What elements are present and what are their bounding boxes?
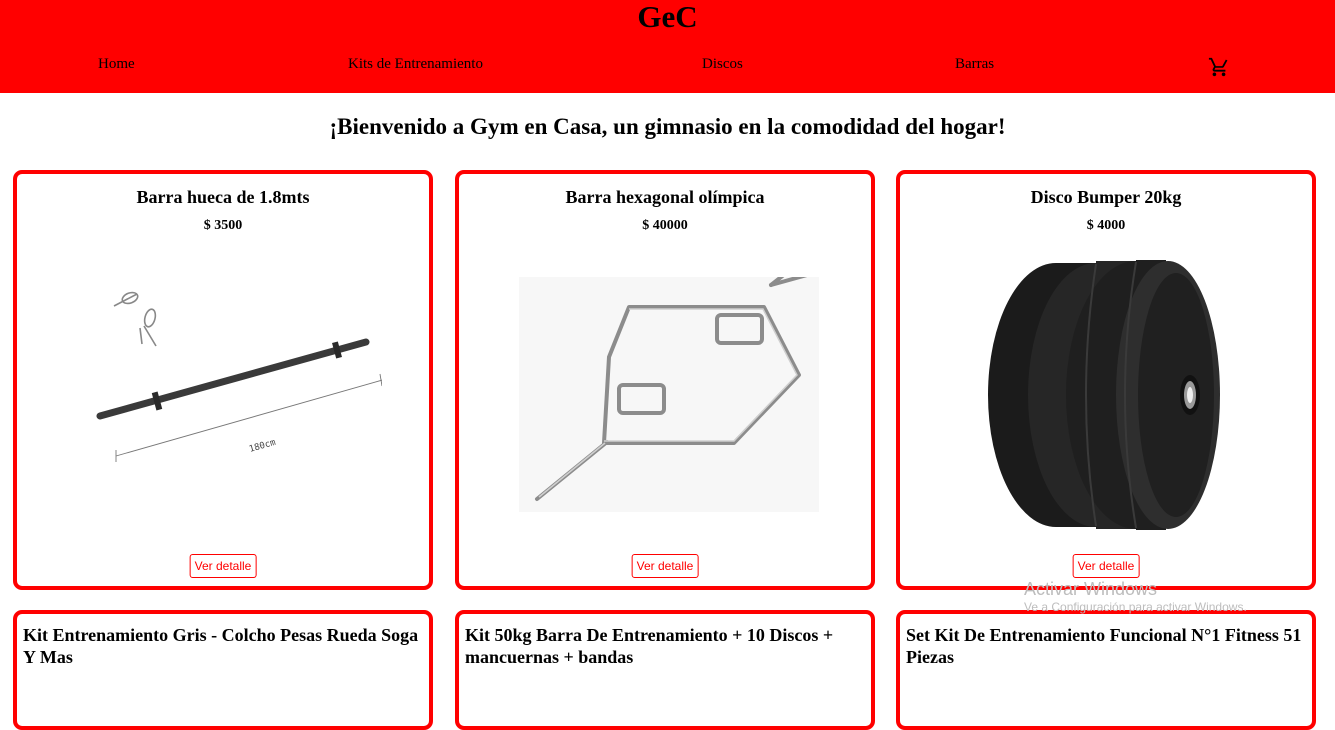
windows-activation-watermark: Activar Windows Ve a Configuración para …	[1024, 578, 1247, 614]
watermark-subtitle: Ve a Configuración para activar Windows.	[1024, 600, 1247, 614]
product-price: $ 3500	[203, 218, 243, 233]
product-price: $ 4000	[1086, 218, 1126, 233]
nav-kits[interactable]: Kits de Entrenamiento	[348, 55, 483, 73]
product-title: Disco Bumper 20kg	[1030, 187, 1182, 207]
brand-logo-text[interactable]: GeC	[0, 0, 1335, 34]
hex-bar-image	[519, 277, 819, 512]
product-card: Disco Bumper 20kg $ 4000 Ver detalle	[896, 170, 1316, 590]
bumper-plates-image	[988, 260, 1220, 530]
product-card: Barra hexagonal olímpica $ 40000 Ver det…	[455, 170, 875, 590]
product-card: Barra hueca de 1.8mts $ 3500 180cm Ver d…	[13, 170, 433, 590]
nav-home[interactable]: Home	[98, 55, 135, 73]
product-card: Set Kit De Entrenamiento Funcional N°1 F…	[896, 610, 1316, 730]
product-price: $ 40000	[642, 218, 688, 233]
shopping-cart-icon[interactable]	[1208, 56, 1230, 78]
product-title: Barra hexagonal olímpica	[565, 187, 765, 207]
nav-barras[interactable]: Barras	[955, 55, 994, 73]
product-card: Kit Entrenamiento Gris - Colcho Pesas Ru…	[13, 610, 433, 730]
welcome-heading: ¡Bienvenido a Gym en Casa, un gimnasio e…	[329, 114, 1006, 139]
view-detail-button[interactable]: Ver detalle	[1072, 554, 1140, 578]
product-title: Set Kit De Entrenamiento Funcional N°1 F…	[906, 625, 1302, 667]
site-header: GeC Home Kits de Entrenamiento Discos Ba…	[0, 0, 1335, 93]
product-title: Kit Entrenamiento Gris - Colcho Pesas Ru…	[23, 625, 419, 667]
product-card: Kit 50kg Barra De Entrenamiento + 10 Dis…	[455, 610, 875, 730]
watermark-title: Activar Windows	[1024, 579, 1158, 599]
view-detail-button[interactable]: Ver detalle	[189, 554, 257, 578]
view-detail-button[interactable]: Ver detalle	[631, 554, 699, 578]
barbell-image: 180cm	[96, 291, 382, 462]
product-title: Barra hueca de 1.8mts	[136, 187, 310, 207]
product-title: Kit 50kg Barra De Entrenamiento + 10 Dis…	[465, 625, 834, 667]
dimension-label: 180cm	[248, 438, 277, 455]
nav-discos[interactable]: Discos	[702, 55, 743, 73]
